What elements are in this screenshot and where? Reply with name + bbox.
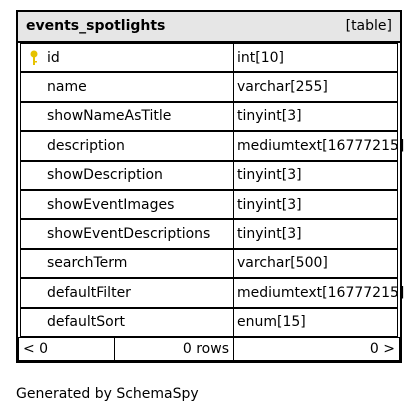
column-name[interactable]: id (47, 50, 60, 66)
column-row: showNameAsTitle tinyint[3] (18, 101, 400, 132)
column-row: id int[10] (18, 43, 400, 73)
column-type: mediumtext[16777215] (237, 284, 405, 301)
row-count: 0 rows (182, 340, 229, 357)
column-name[interactable]: showEventImages (47, 197, 174, 213)
table-name[interactable]: events_spotlights (26, 18, 165, 34)
column-type-cell: tinyint[3] (233, 101, 398, 132)
column-name-cell: showDescription (20, 160, 234, 190)
column-name[interactable]: defaultFilter (47, 285, 131, 301)
column-type: enum[15] (237, 314, 306, 331)
column-row: searchTerm varchar[500] (18, 248, 400, 279)
column-type-cell: int[10] (233, 43, 398, 73)
column-row: showDescription tinyint[3] (18, 160, 400, 190)
column-name-cell: defaultFilter (20, 278, 234, 308)
column-type: varchar[255] (237, 79, 328, 96)
children-count: 0 > (369, 340, 395, 357)
column-type-cell: mediumtext[16777215] (233, 278, 404, 308)
column-name[interactable]: defaultSort (47, 314, 125, 330)
column-type-cell: enum[15] (233, 307, 398, 337)
column-type: tinyint[3] (237, 196, 302, 213)
children-count-cell: 0 > (233, 336, 400, 361)
column-type: tinyint[3] (237, 167, 302, 184)
column-name[interactable]: showNameAsTitle (47, 108, 171, 124)
column-name-cell: id (20, 43, 234, 73)
table-footer: < 0 0 rows 0 > (18, 336, 400, 361)
column-type-cell: varchar[255] (233, 72, 398, 102)
column-row: defaultFilter mediumtext[16777215] (18, 278, 404, 308)
column-type-cell: varchar[500] (233, 248, 398, 279)
parents-count: < 0 (23, 340, 49, 357)
column-list: id int[10] name varchar[255] showNameAsTitle… (18, 43, 404, 337)
column-name-cell: description (20, 131, 234, 161)
column-name-cell: searchTerm (20, 248, 234, 279)
column-row: description mediumtext[16777215] (18, 131, 404, 161)
row-count-cell: 0 rows (114, 336, 234, 361)
column-type: varchar[500] (237, 255, 328, 272)
column-name-cell: defaultSort (20, 307, 234, 337)
column-name-cell: showNameAsTitle (20, 101, 234, 132)
column-type-cell: tinyint[3] (233, 219, 398, 249)
table-header: events_spotlights [table] (18, 12, 400, 43)
key-icon (30, 50, 38, 65)
column-type: tinyint[3] (237, 226, 302, 243)
table-box: events_spotlights [table] id int[10] name v… (16, 10, 404, 363)
column-name[interactable]: showDescription (47, 167, 163, 183)
column-type-cell: tinyint[3] (233, 189, 398, 220)
column-row: showEventDescriptions tinyint[3] (18, 219, 400, 249)
generated-by-note: Generated by SchemaSpy (16, 386, 199, 402)
column-type-cell: tinyint[3] (233, 160, 398, 190)
column-name[interactable]: description (47, 138, 125, 154)
column-name[interactable]: showEventDescriptions (47, 226, 210, 242)
column-row: showEventImages tinyint[3] (18, 189, 400, 220)
column-type: tinyint[3] (237, 108, 302, 125)
column-name-cell: name (20, 72, 234, 102)
column-type: mediumtext[16777215] (237, 137, 405, 154)
column-type-cell: mediumtext[16777215] (233, 131, 404, 161)
column-name[interactable]: searchTerm (47, 255, 127, 271)
column-name-cell: showEventImages (20, 189, 234, 220)
column-row: name varchar[255] (18, 72, 400, 102)
column-name-cell: showEventDescriptions (20, 219, 234, 249)
parents-count-cell: < 0 (18, 336, 115, 361)
column-type: int[10] (237, 49, 284, 66)
column-row: defaultSort enum[15] (18, 307, 400, 337)
column-name[interactable]: name (47, 79, 87, 95)
table-kind: [table] (345, 18, 392, 34)
